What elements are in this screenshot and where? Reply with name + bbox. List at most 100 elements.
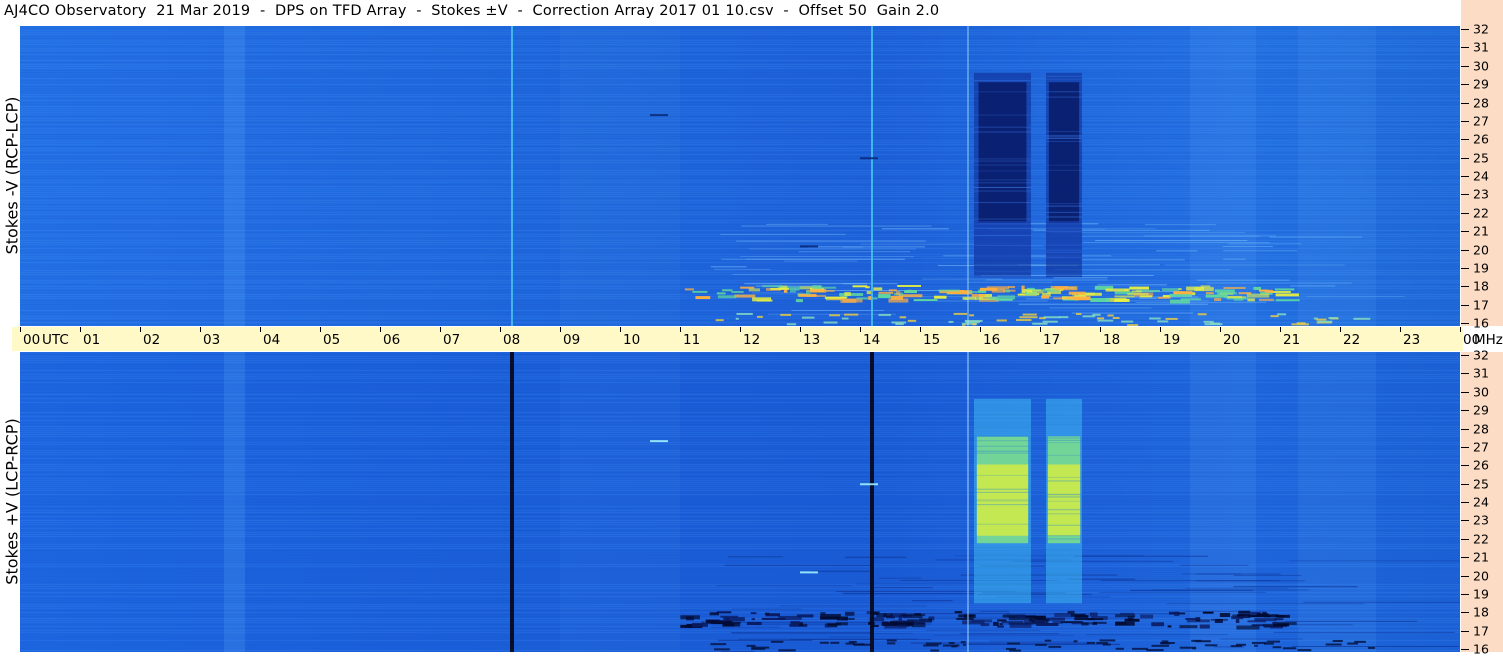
low-frequency-streak — [1236, 643, 1247, 646]
emission-streak — [789, 288, 796, 293]
burst-streak — [1046, 500, 1082, 502]
vertical-interference-line — [967, 26, 969, 326]
time-tick-label: 03 — [203, 332, 221, 348]
emission-streak — [1173, 291, 1193, 295]
emission-streak — [1114, 295, 1135, 298]
low-frequency-streak — [823, 321, 838, 324]
time-tick-mark — [320, 327, 321, 332]
time-tick-label: 00 — [23, 332, 41, 348]
emission-streak — [695, 296, 711, 300]
frequency-tick-label: 30 — [1473, 58, 1489, 74]
low-frequency-streak — [887, 642, 896, 645]
emission-streak — [692, 290, 708, 293]
emission-streak — [1132, 290, 1142, 293]
emission-streak — [1092, 621, 1107, 624]
burst-streak — [1046, 137, 1082, 139]
emission-streak — [750, 612, 757, 615]
time-tick-label: 10 — [623, 332, 641, 348]
frequency-tick-label: 18 — [1473, 278, 1489, 294]
emission-streak — [888, 298, 909, 303]
burst-streak — [1046, 227, 1082, 229]
emission-streak — [716, 292, 726, 295]
time-tick-mark — [1460, 327, 1461, 332]
frequency-tick-label: 18 — [1473, 604, 1489, 620]
time-tick-mark — [500, 327, 501, 332]
interference-line — [1290, 285, 1336, 287]
frequency-tick-label: 21 — [1473, 223, 1489, 239]
vertical-interference-line — [871, 26, 873, 326]
emission-streak — [770, 287, 789, 290]
burst-streak — [1046, 553, 1082, 555]
emission-streak — [988, 296, 999, 300]
low-frequency-streak — [1151, 644, 1169, 647]
frequency-tick-label: 31 — [1473, 365, 1489, 381]
emission-streak — [814, 286, 837, 289]
low-frequency-streak — [710, 643, 727, 646]
time-tick-label: 18 — [1103, 332, 1121, 348]
burst-streak — [974, 80, 1031, 82]
time-tick-label: 02 — [143, 332, 161, 348]
emission-streak — [1001, 621, 1024, 624]
time-tick-label: 21 — [1283, 332, 1301, 348]
emission-streak — [717, 295, 737, 299]
interference-line — [1306, 295, 1405, 297]
emission-streak — [1007, 286, 1016, 289]
burst-streak — [974, 114, 1031, 116]
burst-streak — [1046, 439, 1082, 441]
emission-streak — [716, 611, 732, 614]
burst-streak — [1046, 75, 1082, 77]
emission-streak — [938, 289, 960, 292]
interference-line — [925, 629, 1041, 631]
noise-zone — [224, 352, 245, 652]
burst-streak — [974, 474, 1031, 476]
emission-streak — [1275, 293, 1299, 297]
time-tick-label: 08 — [503, 332, 521, 348]
time-tick-label: 23 — [1403, 332, 1421, 348]
emission-streak — [684, 288, 694, 291]
burst-streak — [1046, 415, 1082, 417]
burst-streak — [1046, 405, 1082, 407]
interference-line — [741, 225, 932, 227]
emission-streak — [1272, 622, 1278, 625]
emission-streak — [1140, 614, 1154, 619]
interference-line — [728, 556, 784, 558]
burst-streak — [1046, 494, 1082, 496]
burst-streak — [1046, 231, 1082, 233]
burst-streak — [1046, 203, 1082, 205]
frequency-tick-label: 29 — [1473, 402, 1489, 418]
burst-streak — [974, 451, 1031, 453]
interference-line — [933, 634, 1074, 636]
emission-streak — [1052, 620, 1063, 624]
burst-streak — [974, 452, 1031, 454]
emission-streak — [1114, 298, 1130, 302]
time-tick-mark — [620, 327, 621, 332]
interference-line — [879, 577, 922, 579]
emission-streak — [756, 299, 773, 302]
interference-line — [779, 605, 927, 607]
interference-line — [1223, 250, 1298, 252]
low-frequency-streak — [1015, 319, 1032, 322]
frequency-tick-label: 17 — [1473, 623, 1489, 639]
frequency-tick-label: 26 — [1473, 131, 1489, 147]
low-frequency-streak — [1121, 320, 1134, 323]
emission-streak — [913, 299, 938, 302]
low-frequency-streak — [1313, 317, 1318, 320]
low-frequency-streak — [1096, 317, 1105, 320]
time-tick-mark — [140, 327, 141, 332]
burst-streak — [1046, 454, 1082, 456]
frequency-tick-mark — [1461, 47, 1469, 49]
interference-line — [1156, 250, 1198, 252]
frequency-tick-label: 27 — [1473, 113, 1489, 129]
interference-line — [1071, 312, 1194, 314]
frequency-tick-label: 23 — [1473, 186, 1489, 202]
stokes-minus-v-spectrogram — [20, 26, 1460, 326]
low-frequency-streak — [1035, 643, 1047, 646]
low-frequency-streak — [780, 313, 792, 316]
time-tick-label: 14 — [863, 332, 881, 348]
burst-streak — [1046, 91, 1082, 93]
emission-streak — [971, 293, 985, 297]
interference-line — [710, 266, 747, 268]
low-frequency-streak — [972, 323, 977, 326]
interference-line — [1233, 574, 1302, 576]
frequency-axis-top: 16 17 18 19 20 21 22 23 24 25 26 27 28 29 30 31 32 — [1461, 22, 1503, 331]
